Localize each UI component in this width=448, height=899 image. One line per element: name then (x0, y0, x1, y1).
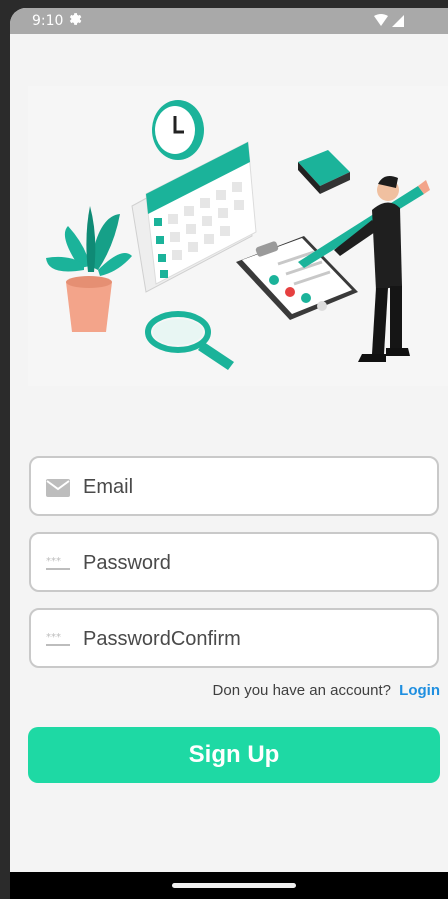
account-prompt-row: Don you have an account? Login (213, 682, 440, 699)
svg-text:***: *** (46, 632, 61, 643)
password-confirm-input[interactable] (83, 620, 423, 658)
gear-icon (69, 13, 82, 25)
sign-up-button[interactable]: Sign Up (28, 727, 440, 783)
signal-icon (392, 15, 404, 27)
account-prompt-text: Don you have an account? (212, 682, 391, 699)
wifi-icon (374, 14, 388, 26)
status-time: 9:10 (32, 13, 64, 29)
schedule-illustration (28, 86, 448, 386)
navigation-bar (10, 872, 448, 899)
wifi-signal-icons (374, 14, 404, 27)
mail-icon (46, 479, 70, 497)
app-screen: 9:10 Email *** *** Don you have an accou… (10, 8, 448, 899)
password-dots-icon: *** (46, 556, 70, 570)
email-field-container[interactable] (29, 456, 439, 516)
password-confirm-field-container[interactable]: *** (29, 608, 439, 668)
password-input[interactable] (83, 544, 423, 582)
clock-illustration (152, 100, 204, 160)
password-dots-icon: *** (46, 632, 70, 646)
password-field-container[interactable]: *** (29, 532, 439, 592)
status-bar: 9:10 (10, 8, 448, 34)
login-link[interactable]: Login (399, 682, 440, 699)
email-input[interactable] (83, 468, 423, 506)
home-gesture-bar[interactable] (172, 883, 296, 888)
svg-text:***: *** (46, 556, 61, 567)
